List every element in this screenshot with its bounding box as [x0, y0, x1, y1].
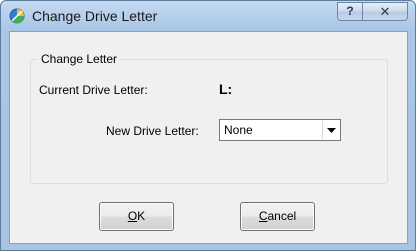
dropdown-arrow-icon[interactable] — [322, 121, 339, 139]
title-bar[interactable]: Change Drive Letter ? ✕ — [1, 1, 415, 31]
ok-button[interactable]: OK — [99, 202, 174, 231]
close-icon: ✕ — [379, 4, 391, 19]
help-button[interactable]: ? — [337, 2, 363, 21]
cancel-label-rest: ancel — [267, 209, 297, 223]
change-drive-letter-dialog: Change Drive Letter ? ✕ Change Letter Cu… — [0, 0, 416, 251]
new-drive-letter-label: New Drive Letter: — [106, 124, 199, 138]
ok-mnemonic: O — [127, 209, 138, 223]
current-drive-letter-label: Current Drive Letter: — [39, 83, 148, 97]
ok-label-rest: K — [137, 209, 146, 223]
close-button[interactable]: ✕ — [363, 2, 408, 21]
dialog-body: Change Letter Current Drive Letter: L: N… — [9, 31, 408, 244]
current-drive-letter-value: L: — [219, 81, 233, 97]
group-legend: Change Letter — [38, 52, 121, 66]
new-drive-letter-value: None — [224, 123, 253, 137]
window-title: Change Drive Letter — [32, 8, 158, 24]
cancel-button[interactable]: Cancel — [240, 202, 315, 231]
app-icon — [9, 8, 25, 24]
new-drive-letter-select[interactable]: None — [219, 119, 341, 141]
